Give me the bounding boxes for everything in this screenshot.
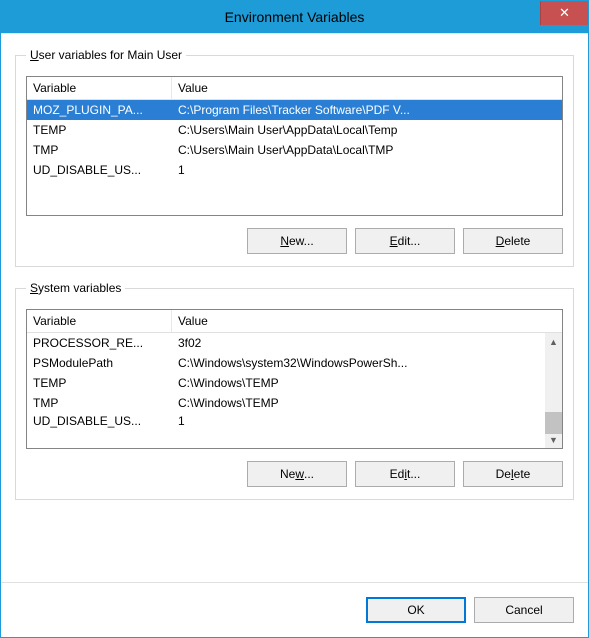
col-header-value[interactable]: Value bbox=[172, 310, 545, 332]
user-variables-group: User variables for Main User Variable Va… bbox=[15, 48, 574, 267]
user-variables-list[interactable]: Variable Value MOZ_PLUGIN_PA... C:\Progr… bbox=[26, 76, 563, 216]
list-header: Variable Value bbox=[27, 310, 562, 333]
system-rows: PROCESSOR_RE... 3f02 PSModulePath C:\Win… bbox=[27, 333, 545, 448]
system-button-row: New... Edit... Delete bbox=[26, 461, 563, 487]
system-variables-group: System variables Variable Value PROCESSO… bbox=[15, 281, 574, 500]
table-row[interactable]: PSModulePath C:\Windows\system32\Windows… bbox=[27, 353, 545, 373]
user-button-row: New... Edit... Delete bbox=[26, 228, 563, 254]
table-row[interactable]: PROCESSOR_RE... 3f02 bbox=[27, 333, 545, 353]
system-new-button[interactable]: New... bbox=[247, 461, 347, 487]
user-edit-button[interactable]: Edit... bbox=[355, 228, 455, 254]
scroll-thumb[interactable] bbox=[545, 412, 562, 434]
col-header-variable[interactable]: Variable bbox=[27, 310, 172, 332]
table-row[interactable]: UD_DISABLE_US... 1 bbox=[27, 413, 545, 429]
system-delete-button[interactable]: Delete bbox=[463, 461, 563, 487]
user-new-button[interactable]: New... bbox=[247, 228, 347, 254]
table-row[interactable]: UD_DISABLE_US... 1 bbox=[27, 160, 562, 180]
dialog-footer: OK Cancel bbox=[1, 582, 588, 637]
system-variables-legend: System variables bbox=[26, 281, 125, 295]
table-row[interactable]: MOZ_PLUGIN_PA... C:\Program Files\Tracke… bbox=[27, 100, 562, 120]
scroll-track[interactable] bbox=[545, 350, 562, 431]
cancel-button[interactable]: Cancel bbox=[474, 597, 574, 623]
chevron-up-icon: ▲ bbox=[549, 337, 558, 347]
table-row[interactable]: TEMP C:\Windows\TEMP bbox=[27, 373, 545, 393]
ok-button[interactable]: OK bbox=[366, 597, 466, 623]
close-icon: ✕ bbox=[559, 5, 570, 21]
client-area: User variables for Main User Variable Va… bbox=[1, 33, 588, 582]
col-header-value[interactable]: Value bbox=[172, 77, 562, 99]
titlebar[interactable]: Environment Variables ✕ bbox=[1, 1, 588, 33]
table-row[interactable]: TMP C:\Users\Main User\AppData\Local\TMP bbox=[27, 140, 562, 160]
window-title: Environment Variables bbox=[1, 9, 588, 25]
col-header-variable[interactable]: Variable bbox=[27, 77, 172, 99]
system-scrollbar[interactable]: ▲ ▼ bbox=[545, 333, 562, 448]
user-variables-legend: User variables for Main User bbox=[26, 48, 186, 62]
table-row[interactable]: TMP C:\Windows\TEMP bbox=[27, 393, 545, 413]
user-delete-button[interactable]: Delete bbox=[463, 228, 563, 254]
table-row[interactable]: TEMP C:\Users\Main User\AppData\Local\Te… bbox=[27, 120, 562, 140]
user-rows: MOZ_PLUGIN_PA... C:\Program Files\Tracke… bbox=[27, 100, 562, 215]
list-header: Variable Value bbox=[27, 77, 562, 100]
system-variables-list[interactable]: Variable Value PROCESSOR_RE... 3f02 PSMo… bbox=[26, 309, 563, 449]
scroll-up-button[interactable]: ▲ bbox=[545, 333, 562, 350]
system-edit-button[interactable]: Edit... bbox=[355, 461, 455, 487]
chevron-down-icon: ▼ bbox=[549, 435, 558, 445]
env-vars-dialog: Environment Variables ✕ User variables f… bbox=[0, 0, 589, 638]
close-button[interactable]: ✕ bbox=[540, 1, 588, 25]
